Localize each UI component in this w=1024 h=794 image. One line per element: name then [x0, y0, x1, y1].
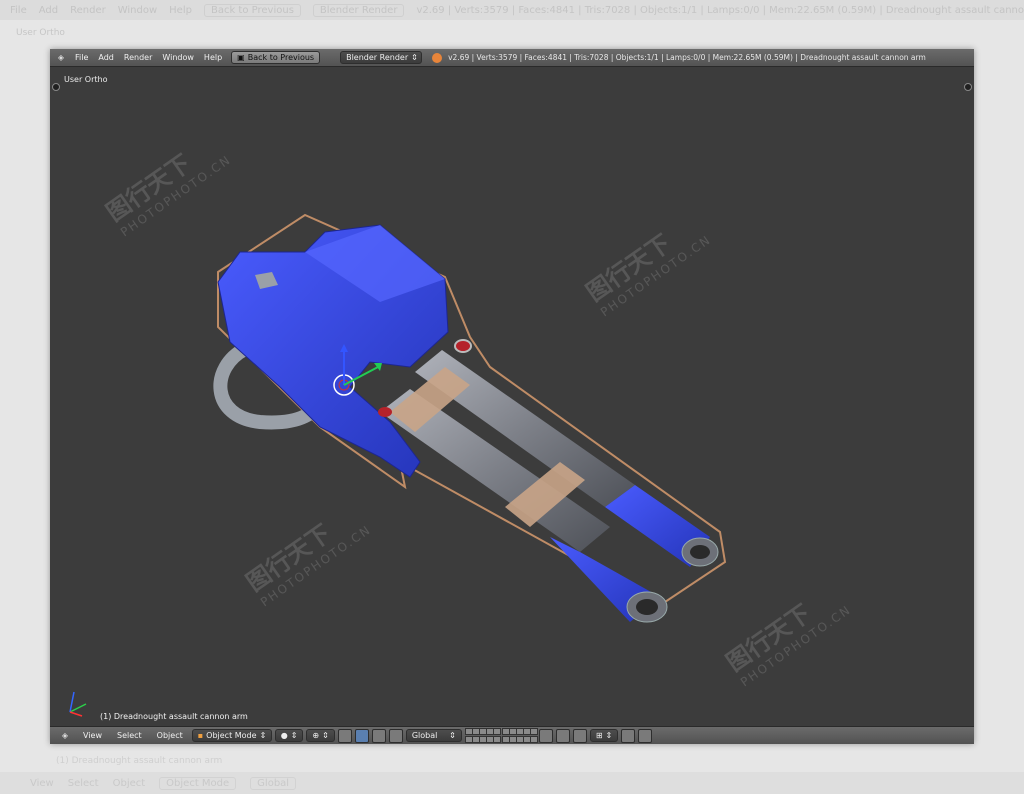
background-header: File Add Render Window Help Back to Prev…: [0, 0, 1024, 20]
object-mode-icon: ▪: [197, 731, 204, 740]
scale-manipulator-icon[interactable]: [388, 728, 403, 743]
bg-render-engine: Blender Render: [312, 3, 405, 17]
bg-menu-add: Add: [38, 4, 59, 16]
snap-element-select[interactable]: ⊞ ⇕: [589, 729, 619, 742]
bg-menu-render: Render: [70, 4, 106, 16]
select-arrows-icon: ⇕: [290, 731, 298, 740]
proportional-edit-icon[interactable]: [555, 728, 570, 743]
editor-type-icon[interactable]: ◈: [60, 731, 70, 741]
bg-menu-window: Window: [117, 4, 158, 16]
render-engine-label: Blender Render: [346, 53, 409, 62]
menu-add[interactable]: Add: [93, 53, 119, 62]
render-engine-select[interactable]: Blender Render ⇕: [340, 51, 423, 64]
menu-help[interactable]: Help: [199, 53, 227, 62]
snap-icon: ⊞: [595, 731, 603, 740]
scene-stats: v2.69 | Verts:3579 | Faces:4841 | Tris:7…: [448, 53, 926, 62]
background-footer: View Select Object Object Mode Global: [0, 772, 1024, 794]
bg-footer-select: Select: [67, 777, 99, 789]
mode-label: Object Mode: [206, 731, 257, 740]
render-animation-icon[interactable]: [638, 728, 653, 743]
axis-gizmo-icon: [69, 691, 87, 717]
select-arrows-icon: ⇕: [259, 731, 267, 740]
translate-manipulator-icon[interactable]: [354, 728, 369, 743]
select-arrows-icon: ⇕: [449, 731, 456, 740]
orientation-label: Global: [411, 731, 438, 740]
lock-layers-icon[interactable]: [538, 728, 553, 743]
back-to-previous-button[interactable]: ▣ Back to Previous: [231, 51, 321, 64]
bg-mode: Object Mode: [159, 776, 237, 790]
bg-back-button: Back to Previous: [203, 3, 301, 17]
mode-select[interactable]: ▪ Object Mode ⇕: [191, 729, 272, 742]
snap-toggle-icon[interactable]: [572, 728, 587, 743]
cannon-arm-model[interactable]: [50, 67, 974, 726]
3d-view-header: ◈ View Select Object ▪ Object Mode ⇕ ● ⇕…: [50, 726, 974, 744]
bg-menu-help: Help: [169, 4, 192, 16]
menu-select[interactable]: Select: [111, 731, 148, 740]
orientation-select[interactable]: Global ⇕: [405, 729, 462, 742]
menu-render[interactable]: Render: [119, 53, 157, 62]
pivot-icon: ⊕: [312, 731, 320, 740]
select-arrows-icon: ⇕: [322, 731, 329, 740]
viewport-shading-select[interactable]: ● ⇕: [274, 729, 304, 742]
bg-footer-object: Object: [112, 777, 146, 789]
menu-view[interactable]: View: [77, 731, 108, 740]
blender-window: ◈ File Add Render Window Help ▣ Back to …: [50, 49, 974, 744]
bg-footer-view: View: [30, 777, 54, 789]
select-arrows-icon: ⇕: [411, 53, 418, 62]
menu-file[interactable]: File: [70, 53, 93, 62]
editor-type-icon[interactable]: ◈: [56, 53, 66, 63]
blender-logo-icon: [432, 52, 443, 63]
active-object-label: (1) Dreadnought assault cannon arm: [100, 712, 248, 721]
bg-object-label: (1) Dreadnought assault cannon arm: [56, 756, 223, 766]
layer-buttons[interactable]: [501, 728, 538, 743]
info-header: ◈ File Add Render Window Help ▣ Back to …: [50, 49, 974, 67]
manipulator-toggle-icon[interactable]: [337, 728, 352, 743]
pivot-point-select[interactable]: ⊕ ⇕: [306, 729, 335, 742]
layer-buttons[interactable]: [464, 728, 501, 743]
rotate-manipulator-icon[interactable]: [371, 728, 386, 743]
bg-menu-file: File: [10, 4, 27, 16]
screen-icon: ▣: [237, 53, 245, 62]
shading-solid-icon: ●: [280, 731, 288, 740]
menu-window[interactable]: Window: [157, 53, 199, 62]
bg-stats: v2.69 | Verts:3579 | Faces:4841 | Tris:7…: [416, 4, 1024, 16]
render-icon[interactable]: [621, 728, 636, 743]
bg-view-label: User Ortho: [16, 28, 65, 38]
bg-orientation: Global: [250, 776, 297, 790]
select-arrows-icon: ⇕: [605, 731, 613, 740]
back-to-previous-label: Back to Previous: [247, 53, 315, 62]
3d-viewport[interactable]: User Ortho 图行天下 PHOTOPHOTO.CN 图行天下 PHOTOPH…: [50, 67, 974, 726]
menu-object[interactable]: Object: [151, 731, 189, 740]
